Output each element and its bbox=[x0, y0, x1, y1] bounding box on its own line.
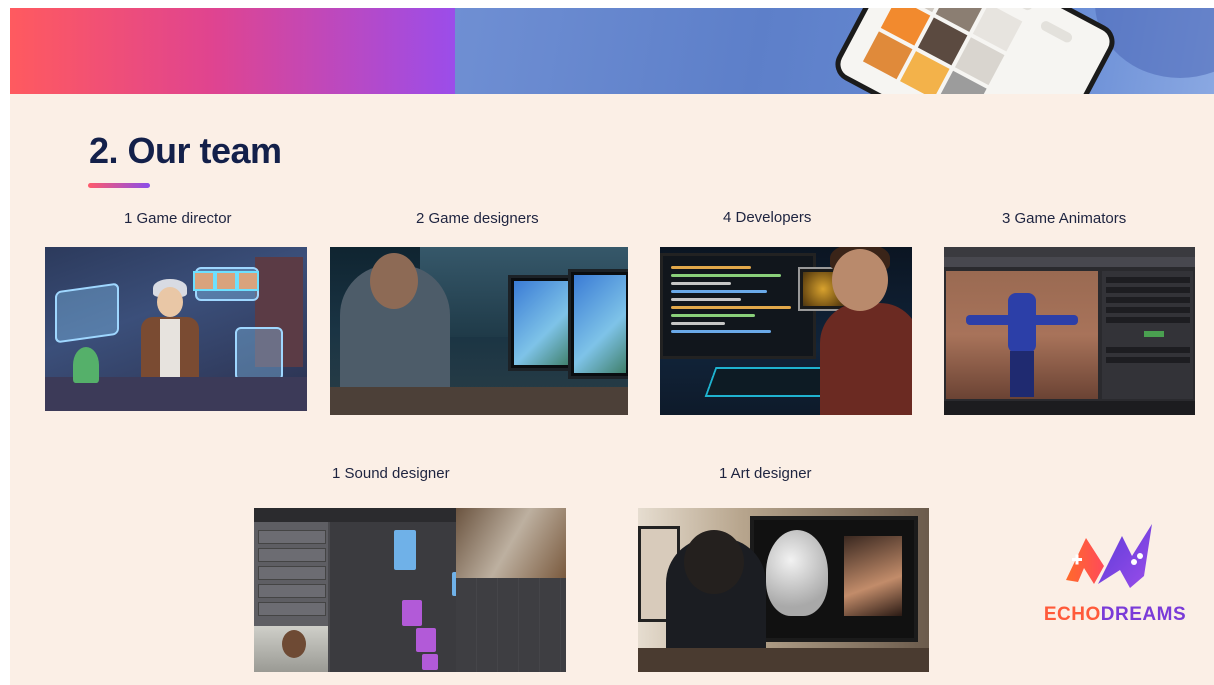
caption-game-animators: 3 Game Animators bbox=[1002, 210, 1127, 227]
sound-designer-image bbox=[254, 508, 566, 672]
slide: 2. Our team 1 Game director 2 Game desig… bbox=[10, 8, 1214, 685]
title-underline bbox=[88, 183, 150, 188]
page-title: 2. Our team bbox=[89, 130, 282, 171]
game-designers-image bbox=[330, 247, 628, 415]
art-designer-image bbox=[638, 508, 929, 672]
banner-photo bbox=[455, 8, 1214, 94]
developers-image bbox=[660, 247, 912, 415]
caption-developers: 4 Developers bbox=[723, 209, 812, 226]
phone-image bbox=[829, 8, 1121, 94]
caption-game-director: 1 Game director bbox=[124, 210, 232, 227]
logo-text: ECHODREAMS bbox=[1040, 604, 1190, 626]
logo-text-echo: ECHO bbox=[1043, 604, 1101, 625]
banner-gradient bbox=[10, 8, 455, 94]
logo-text-dreams: DREAMS bbox=[1100, 604, 1187, 625]
caption-art-designer: 1 Art designer bbox=[719, 465, 812, 482]
game-animators-image bbox=[944, 247, 1195, 415]
caption-sound-designer: 1 Sound designer bbox=[332, 465, 450, 482]
caption-game-designers: 2 Game designers bbox=[416, 210, 539, 227]
game-director-image bbox=[45, 247, 307, 411]
echodreams-logo: ECHODREAMS bbox=[1040, 518, 1186, 638]
gamepad-logo-icon bbox=[1066, 524, 1152, 588]
